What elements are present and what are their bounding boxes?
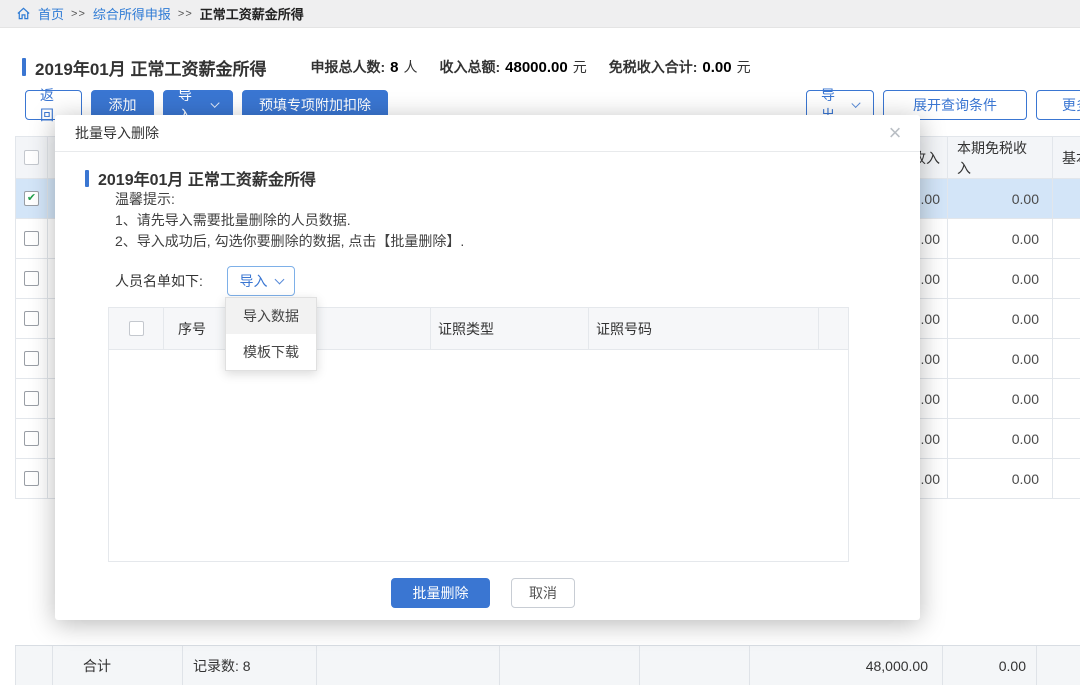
modal-table: 序号 证照类型 证照号码: [108, 307, 849, 562]
chevron-down-icon: [851, 98, 860, 107]
batch-delete-button[interactable]: 批量删除: [391, 578, 490, 608]
close-icon[interactable]: [884, 122, 906, 144]
modal-import-dropdown-button[interactable]: 导入: [227, 266, 295, 296]
section-accent-bar: [85, 170, 89, 187]
breadcrumb-link-comprehensive-income[interactable]: 综合所得申报: [93, 4, 171, 23]
breadcrumb-separator: >>: [71, 8, 86, 20]
modal-table-header: 序号 证照类型 证照号码: [108, 307, 849, 350]
stat-total-income: 收入总额: 48000.00 元: [439, 57, 586, 77]
modal-actions: 批量删除 取消: [55, 578, 920, 608]
cancel-button[interactable]: 取消: [511, 578, 575, 608]
import-dropdown-menu: 导入数据 模板下载: [225, 297, 317, 371]
row-checkbox[interactable]: [24, 431, 39, 446]
tips-title: 温馨提示:: [115, 189, 464, 210]
batch-import-delete-modal: 批量导入删除 2019年01月 正常工资薪金所得 温馨提示: 1、请先导入需要批…: [55, 115, 920, 620]
column-header-cert-type: 证照类型: [431, 308, 589, 349]
tips-block: 温馨提示: 1、请先导入需要批量删除的人员数据. 2、导入成功后, 勾选你要删除…: [115, 189, 464, 252]
column-header-basic: 基本: [1053, 137, 1080, 178]
column-header-cert-no: 证照号码: [589, 308, 819, 349]
row-checkbox[interactable]: [24, 351, 39, 366]
select-all-checkbox[interactable]: [24, 150, 39, 165]
more-button[interactable]: 更多: [1036, 90, 1080, 120]
modal-header: 批量导入删除: [55, 115, 920, 152]
row-checkbox[interactable]: [24, 391, 39, 406]
modal-section-header: 2019年01月 正常工资薪金所得: [85, 166, 316, 190]
modal-table-empty-body: [108, 350, 849, 562]
row-checkbox[interactable]: [24, 191, 39, 206]
menu-item-import-data[interactable]: 导入数据: [226, 298, 316, 334]
tips-line-2: 2、导入成功后, 勾选你要删除的数据, 点击【批量删除】.: [115, 231, 464, 252]
modal-title: 批量导入删除: [75, 123, 159, 143]
stat-taxfree-income: 免税收入合计: 0.00 元: [609, 57, 751, 77]
breadcrumb-current: 正常工资薪金所得: [200, 4, 304, 23]
home-icon[interactable]: [16, 6, 31, 21]
breadcrumb-separator: >>: [178, 8, 193, 20]
chevron-down-icon: [210, 98, 220, 108]
person-list-label: 人员名单如下:: [115, 266, 203, 296]
title-accent-bar: [22, 58, 26, 76]
page-title: 2019年01月 正常工资薪金所得: [35, 55, 266, 80]
column-header-taxfree: 本期免税收入: [948, 137, 1053, 178]
modal-select-all-checkbox[interactable]: [129, 321, 144, 336]
page-header: 2019年01月 正常工资薪金所得 申报总人数: 8 人 收入总额: 48000…: [22, 52, 773, 82]
modal-section-title: 2019年01月 正常工资薪金所得: [98, 166, 316, 190]
breadcrumb-link-home[interactable]: 首页: [38, 4, 64, 23]
table-totals-row: 合计 记录数: 8 48,000.00 0.00: [15, 645, 1080, 685]
row-checkbox[interactable]: [24, 471, 39, 486]
row-checkbox[interactable]: [24, 311, 39, 326]
row-checkbox[interactable]: [24, 231, 39, 246]
menu-item-template-download[interactable]: 模板下载: [226, 334, 316, 370]
tips-line-1: 1、请先导入需要批量删除的人员数据.: [115, 210, 464, 231]
column-header-seq: 序号: [164, 308, 226, 349]
breadcrumb: 首页 >> 综合所得申报 >> 正常工资薪金所得: [0, 0, 1080, 28]
stat-declared-persons: 申报总人数: 8 人: [310, 57, 417, 77]
row-checkbox[interactable]: [24, 271, 39, 286]
chevron-down-icon: [274, 274, 284, 284]
